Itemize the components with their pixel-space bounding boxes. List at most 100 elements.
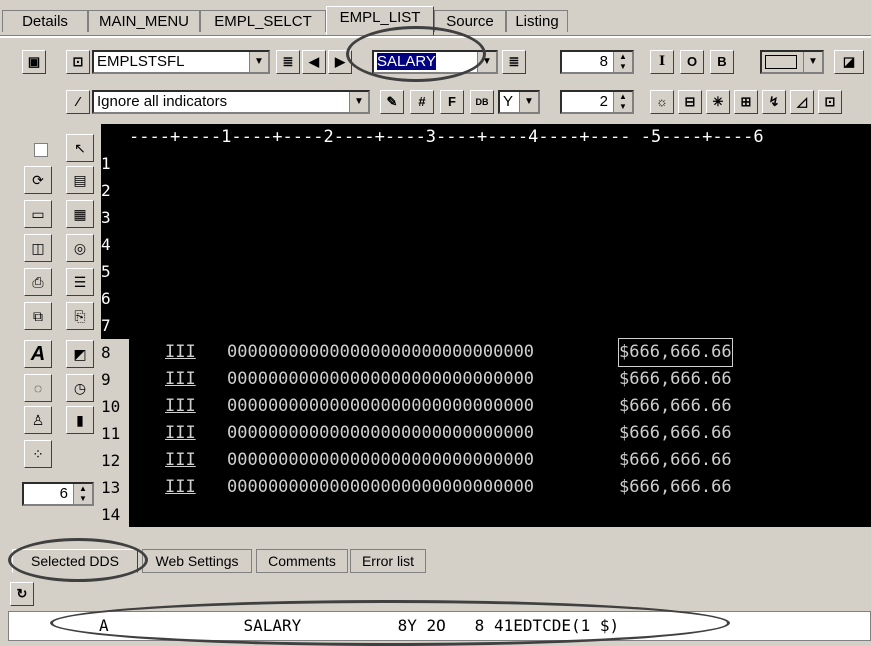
decimals-value: 2	[599, 93, 608, 110]
highlight-ellipse	[346, 26, 486, 82]
salary-field[interactable]: $666,666.66	[619, 393, 732, 420]
palette-stepper[interactable]: 6 ▲ ▼	[22, 482, 94, 506]
printer-icon[interactable]: ⎙	[24, 268, 52, 296]
check-icon[interactable]: ◿	[790, 90, 814, 114]
db-field-icon[interactable]: DB	[470, 90, 494, 114]
indicator-field[interactable]: III	[165, 366, 196, 393]
field-list-icon[interactable]: ≣	[276, 50, 300, 74]
color-select[interactable]: ▼	[760, 50, 824, 74]
salary-field[interactable]: $666,666.66	[619, 420, 732, 447]
db-ref-icon[interactable]: ◫	[24, 234, 52, 262]
reverse-image-button[interactable]: I	[650, 50, 674, 74]
refresh-icon[interactable]: ↻	[10, 582, 34, 606]
tab-listing[interactable]: Listing	[506, 10, 568, 32]
record-icon[interactable]: ⊡	[66, 50, 90, 74]
spin-arrows-icon[interactable]: ▲ ▼	[73, 484, 92, 504]
line-number: 4	[101, 235, 111, 254]
window-palette-icon[interactable]: ⧉	[24, 302, 52, 330]
line-number: 10	[101, 393, 129, 420]
pointer-icon[interactable]: ↖	[66, 134, 94, 162]
tab-details[interactable]: Details	[2, 10, 88, 32]
grid-palette-icon[interactable]: ▦	[66, 200, 94, 228]
column-ruler: ----+----1----+----2----+----3----+----4…	[129, 127, 764, 147]
highlight-ellipse	[50, 600, 730, 646]
indicator-field[interactable]: III	[165, 393, 196, 420]
chevron-down-icon[interactable]: ▼	[519, 92, 538, 112]
line-number: 14	[101, 501, 129, 527]
window-icon[interactable]: ⊡	[818, 90, 842, 114]
blink-button[interactable]: B	[710, 50, 734, 74]
spin-arrows-icon[interactable]: ▲ ▼	[613, 92, 632, 112]
salary-field[interactable]: $666,666.66	[618, 338, 733, 367]
zero-field[interactable]: 000000000000000000000000000000	[227, 447, 534, 474]
line-number: 2	[101, 181, 111, 200]
decimals-stepper[interactable]: 2 ▲ ▼	[560, 90, 634, 114]
clock-icon[interactable]: ◷	[66, 374, 94, 402]
hash-field-icon[interactable]: #	[410, 90, 434, 114]
edit-field-icon[interactable]: ✎	[380, 90, 404, 114]
length-stepper[interactable]: 8 ▲ ▼	[560, 50, 634, 74]
indicator-field[interactable]: III	[165, 339, 196, 366]
record-select-value: EMPLSTSFL	[97, 53, 185, 70]
screen-designer[interactable]: ----+----1----+----2----+----3----+----4…	[101, 124, 871, 527]
record-palette-icon[interactable]: ⟳	[24, 166, 52, 194]
zero-field[interactable]: 000000000000000000000000000000	[227, 393, 534, 420]
zero-field[interactable]: 000000000000000000000000000000	[227, 474, 534, 501]
list-icon[interactable]: ☰	[66, 268, 94, 296]
line-number: 7	[101, 316, 111, 335]
tab-comments[interactable]: Comments	[256, 549, 348, 573]
sysname-icon[interactable]: ▮	[66, 406, 94, 434]
salary-field[interactable]: $666,666.66	[619, 366, 732, 393]
field-palette-icon[interactable]: ▭	[24, 200, 52, 228]
indicators-select-value: Ignore all indicators	[97, 93, 228, 110]
y-select[interactable]: Y ▼	[498, 90, 540, 114]
salary-field[interactable]: $666,666.66	[619, 474, 732, 501]
float-field-icon[interactable]: F	[440, 90, 464, 114]
zero-field[interactable]: 000000000000000000000000000000	[227, 366, 534, 393]
text-icon[interactable]: A	[24, 340, 52, 368]
spin-arrows-icon[interactable]: ▲ ▼	[613, 52, 632, 72]
color-swatch	[765, 55, 797, 69]
output-button[interactable]: O	[680, 50, 704, 74]
prev-field-icon[interactable]: ◀	[302, 50, 326, 74]
tab-web-settings[interactable]: Web Settings	[142, 549, 252, 573]
select-checkbox[interactable]	[34, 143, 48, 157]
line-number: 9	[101, 366, 129, 393]
line-number: 13	[101, 474, 129, 501]
column-sep-icon[interactable]: ✳	[706, 90, 730, 114]
indicator-field[interactable]: III	[165, 447, 196, 474]
salary-field[interactable]: $666,666.66	[619, 447, 732, 474]
line-number: 8	[101, 339, 129, 366]
position-cursor-icon[interactable]: ↯	[762, 90, 786, 114]
chevron-down-icon[interactable]: ▼	[803, 52, 822, 72]
tab-main-menu[interactable]: MAIN_MENU	[88, 10, 200, 32]
line-number: 6	[101, 289, 111, 308]
indicator-field[interactable]: III	[165, 474, 196, 501]
color-picker-icon[interactable]: ◪	[834, 50, 864, 74]
highlight-icon[interactable]: ☼	[650, 90, 674, 114]
date-icon[interactable]: ◎	[66, 234, 94, 262]
tab-empl-selct[interactable]: EMPL_SELCT	[200, 10, 326, 32]
nondisplay-icon[interactable]: ⊞	[734, 90, 758, 114]
y-select-value: Y	[503, 93, 514, 110]
field-props-icon[interactable]: ≣	[502, 50, 526, 74]
user-icon[interactable]: ♙	[24, 406, 52, 434]
length-value: 8	[599, 53, 608, 70]
indicator-field[interactable]: III	[165, 420, 196, 447]
tab-error-list[interactable]: Error list	[350, 549, 426, 573]
zero-field[interactable]: 000000000000000000000000000000	[227, 339, 534, 366]
line-number: 3	[101, 208, 111, 227]
chevron-down-icon[interactable]: ▼	[349, 92, 368, 112]
chevron-down-icon[interactable]: ▼	[249, 52, 268, 72]
record-select[interactable]: EMPLSTSFL ▼	[92, 50, 270, 74]
subfile-icon[interactable]: ▤	[66, 166, 94, 194]
indicator-icon[interactable]: ⁄	[66, 90, 90, 114]
copy-icon[interactable]: ⎘	[66, 302, 94, 330]
help-area-icon[interactable]: ⁘	[24, 440, 52, 468]
message-icon[interactable]: ◌	[24, 374, 52, 402]
underline-icon[interactable]: ⊟	[678, 90, 702, 114]
indicators-select[interactable]: Ignore all indicators ▼	[92, 90, 370, 114]
save-icon[interactable]: ▣	[22, 50, 46, 74]
zero-field[interactable]: 000000000000000000000000000000	[227, 420, 534, 447]
constant-icon[interactable]: ◩	[66, 340, 94, 368]
